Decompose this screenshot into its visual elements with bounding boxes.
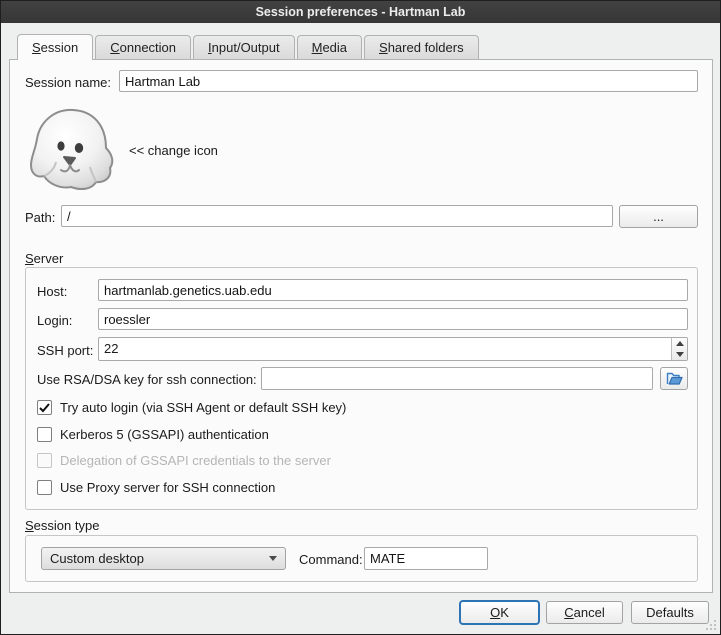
ssh-port-label: SSH port: — [37, 343, 93, 358]
tab-session[interactable]: Session — [17, 34, 93, 60]
session-preferences-dialog: Session preferences - Hartman Lab Sessio… — [0, 0, 721, 635]
ssh-port-spinbox[interactable]: 22 — [98, 337, 688, 361]
checkbox-disabled-icon — [37, 453, 52, 468]
checkbox-gssapi-delegation: Delegation of GSSAPI credentials to the … — [37, 453, 331, 468]
titlebar[interactable]: Session preferences - Hartman Lab — [1, 1, 720, 23]
spin-down-icon — [676, 352, 684, 357]
checkbox-kerberos[interactable]: Kerberos 5 (GSSAPI) authentication — [37, 427, 269, 442]
chevron-down-icon — [269, 556, 277, 561]
tab-media[interactable]: Media — [297, 35, 362, 59]
tab-shared-folders[interactable]: Shared folders — [364, 35, 479, 59]
session-name-label: Session name: — [25, 75, 111, 90]
checkbox-unchecked-icon — [37, 480, 52, 495]
login-label: Login: — [37, 313, 72, 328]
ssh-port-spin-buttons — [671, 338, 687, 360]
path-input[interactable] — [61, 205, 613, 227]
spin-up-button[interactable] — [672, 338, 687, 349]
seal-mascot-icon — [27, 107, 119, 193]
ssh-port-value: 22 — [99, 338, 671, 360]
login-input[interactable] — [98, 308, 688, 330]
tab-connection[interactable]: Connection — [95, 35, 191, 59]
change-icon-link[interactable]: << change icon — [129, 143, 218, 158]
resize-grip[interactable] — [704, 618, 717, 631]
path-label: Path: — [25, 210, 55, 225]
host-input[interactable] — [98, 279, 688, 301]
session-type-dropdown[interactable]: Custom desktop — [41, 547, 286, 570]
cancel-button[interactable]: Cancel — [546, 601, 623, 624]
defaults-button[interactable]: Defaults — [631, 601, 709, 624]
session-type-group-label: Session type — [25, 518, 99, 533]
rsa-key-browse-button[interactable] — [660, 367, 688, 390]
command-label: Command: — [299, 552, 363, 567]
session-name-input[interactable] — [119, 70, 698, 92]
host-label: Host: — [37, 284, 67, 299]
window-title: Session preferences - Hartman Lab — [256, 5, 466, 19]
checkbox-proxy-server[interactable]: Use Proxy server for SSH connection — [37, 480, 275, 495]
server-group-label: Server — [25, 251, 63, 266]
checkbox-auto-login[interactable]: Try auto login (via SSH Agent or default… — [37, 400, 346, 415]
spin-down-button[interactable] — [672, 349, 687, 360]
spin-up-icon — [676, 341, 684, 346]
tab-bar: Session Connection Input/Output Media Sh… — [17, 35, 481, 61]
tab-input-output[interactable]: Input/Output — [193, 35, 295, 59]
rsa-key-label: Use RSA/DSA key for ssh connection: — [37, 372, 257, 387]
checkbox-checked-icon — [37, 400, 52, 415]
command-input[interactable] — [364, 547, 488, 570]
folder-open-icon — [666, 371, 683, 386]
session-type-dropdown-value: Custom desktop — [50, 551, 269, 566]
rsa-key-input[interactable] — [261, 367, 653, 390]
checkbox-unchecked-icon — [37, 427, 52, 442]
path-browse-button[interactable]: ... — [619, 205, 698, 228]
ok-button[interactable]: OK — [459, 600, 540, 625]
